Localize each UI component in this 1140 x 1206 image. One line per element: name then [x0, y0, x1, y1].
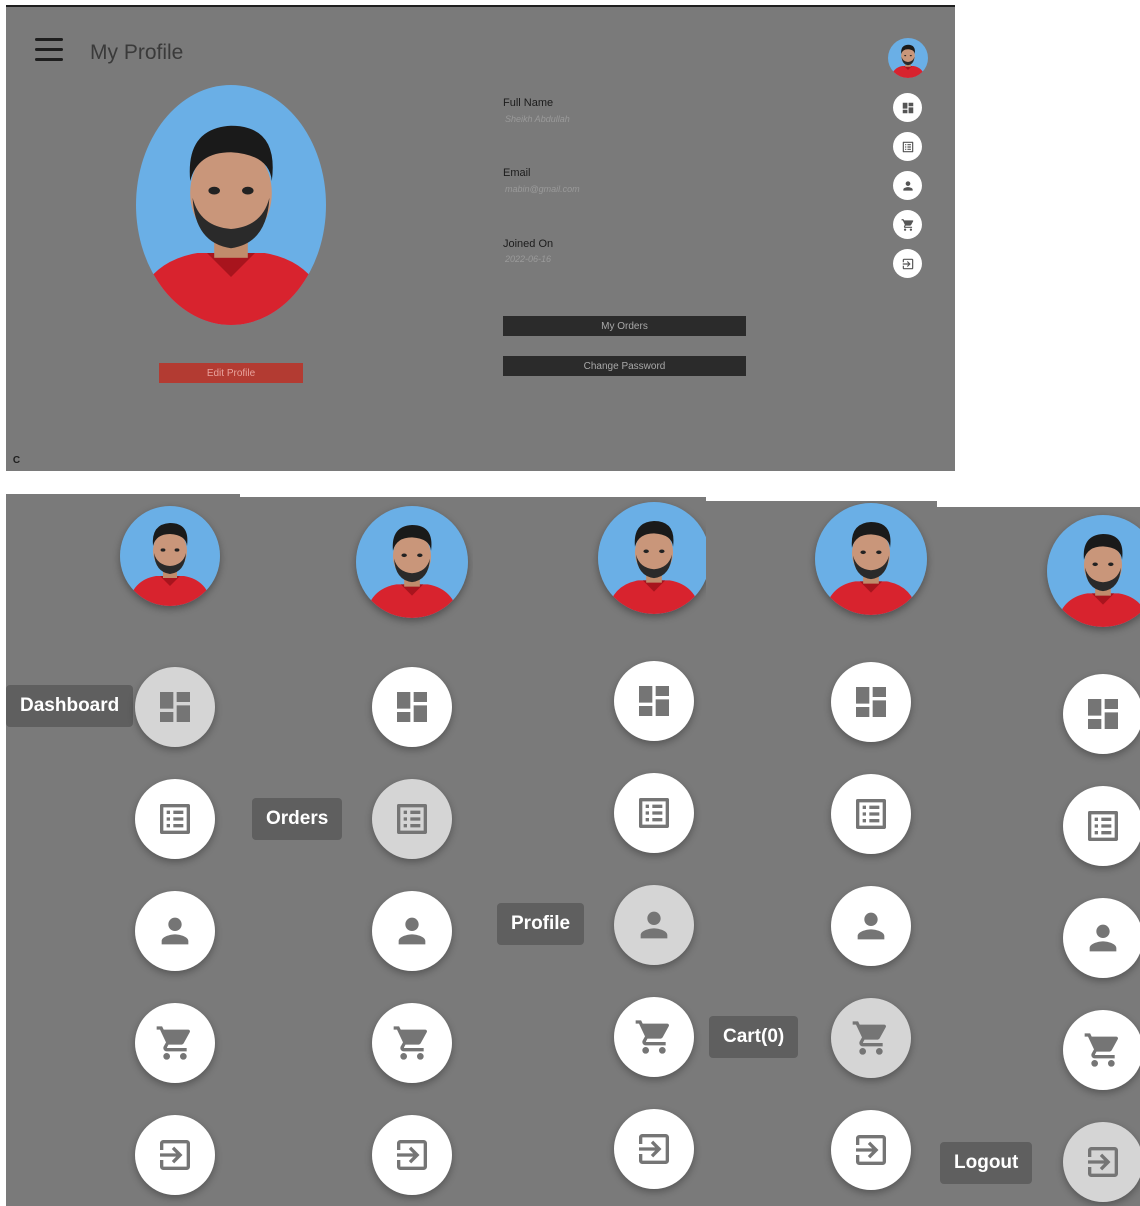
profile-page: My Profile Edit Profile Full Name Sheikh… — [6, 5, 955, 471]
cart-dial-button[interactable] — [614, 997, 694, 1077]
logout-tooltip: Logout — [940, 1142, 1033, 1184]
email-value: mabin@gmail.com — [505, 184, 580, 194]
avatar[interactable] — [356, 506, 468, 618]
cart-dial-button[interactable] — [372, 1003, 452, 1083]
cart-icon — [155, 1023, 195, 1063]
speed-dial-strip-cart: Cart(0) — [706, 501, 937, 1206]
cart-icon — [1083, 1030, 1123, 1070]
page-title: My Profile — [90, 41, 184, 64]
logout-icon — [155, 1135, 195, 1175]
profile-dial-button[interactable] — [135, 891, 215, 971]
profile-dial-button[interactable] — [893, 171, 922, 200]
dashboard-icon — [851, 682, 891, 722]
dashboard-icon — [1083, 694, 1123, 734]
avatar[interactable] — [598, 502, 706, 614]
avatar[interactable] — [1047, 515, 1140, 627]
profile-photo — [136, 85, 326, 325]
logout-dial-button[interactable] — [372, 1115, 452, 1195]
list-icon — [392, 799, 432, 839]
cart-icon — [901, 218, 915, 232]
cart-icon — [634, 1017, 674, 1057]
avatar[interactable] — [815, 503, 927, 615]
logout-dial-button[interactable] — [831, 1110, 911, 1190]
logout-icon — [851, 1130, 891, 1170]
dashboard-icon — [392, 687, 432, 727]
speed-dial-strip-dashboard: Dashboard — [6, 494, 240, 1206]
dashboard-tooltip: Dashboard — [6, 685, 134, 727]
cart-icon — [851, 1018, 891, 1058]
dashboard-dial-button[interactable] — [893, 93, 922, 122]
orders-dial-button[interactable] — [831, 774, 911, 854]
avatar[interactable] — [888, 38, 928, 78]
my-orders-button[interactable]: My Orders — [503, 316, 746, 336]
profile-dial-button[interactable] — [614, 885, 694, 965]
list-icon — [851, 794, 891, 834]
speed-dial-strip-orders: Orders — [240, 497, 473, 1206]
edit-profile-button[interactable]: Edit Profile — [159, 363, 303, 383]
logout-dial-button[interactable] — [1063, 1122, 1140, 1202]
profile-dial-button[interactable] — [372, 891, 452, 971]
dashboard-dial-button[interactable] — [135, 667, 215, 747]
logout-dial-button[interactable] — [614, 1109, 694, 1189]
person-icon — [392, 911, 432, 951]
orders-dial-button[interactable] — [614, 773, 694, 853]
cart-dial-button[interactable] — [1063, 1010, 1140, 1090]
dashboard-dial-button[interactable] — [1063, 674, 1140, 754]
dashboard-icon — [155, 687, 195, 727]
orders-dial-button[interactable] — [1063, 786, 1140, 866]
list-icon — [155, 799, 195, 839]
logout-icon — [901, 257, 915, 271]
person-icon — [851, 906, 891, 946]
speed-dial-strip-logout: Logout — [937, 507, 1140, 1206]
orders-dial-button[interactable] — [135, 779, 215, 859]
cart-dial-button[interactable] — [831, 998, 911, 1078]
logout-icon — [392, 1135, 432, 1175]
person-icon — [901, 179, 915, 193]
cart-dial-button[interactable] — [135, 1003, 215, 1083]
list-icon — [901, 140, 915, 154]
person-icon — [1083, 918, 1123, 958]
menu-icon[interactable] — [35, 38, 63, 62]
person-icon — [155, 911, 195, 951]
logout-icon — [634, 1129, 674, 1169]
dashboard-icon — [634, 681, 674, 721]
change-password-button[interactable]: Change Password — [503, 356, 746, 376]
profile-dial-button[interactable] — [831, 886, 911, 966]
joined-on-value: 2022-06-16 — [505, 254, 552, 264]
profile-tooltip: Profile — [497, 903, 585, 945]
list-icon — [634, 793, 674, 833]
person-icon — [634, 905, 674, 945]
logout-icon — [1083, 1142, 1123, 1182]
corner-badge: C — [12, 455, 21, 466]
dashboard-dial-button[interactable] — [831, 662, 911, 742]
dashboard-dial-button[interactable] — [614, 661, 694, 741]
cart-icon — [392, 1023, 432, 1063]
dashboard-icon — [901, 101, 915, 115]
cart-dial-button[interactable] — [893, 210, 922, 239]
avatar[interactable] — [120, 506, 220, 606]
orders-tooltip: Orders — [252, 798, 343, 840]
logout-dial-button[interactable] — [893, 249, 922, 278]
email-label: Email — [503, 167, 531, 179]
logout-dial-button[interactable] — [135, 1115, 215, 1195]
cart-tooltip: Cart(0) — [709, 1016, 799, 1058]
profile-dial-button[interactable] — [1063, 898, 1140, 978]
speed-dial-strip-profile: Profile — [473, 497, 706, 1206]
full-name-value: Sheikh Abdullah — [505, 114, 570, 124]
joined-on-label: Joined On — [503, 238, 554, 250]
orders-dial-button[interactable] — [372, 779, 452, 859]
list-icon — [1083, 806, 1123, 846]
full-name-label: Full Name — [503, 97, 554, 109]
dashboard-dial-button[interactable] — [372, 667, 452, 747]
orders-dial-button[interactable] — [893, 132, 922, 161]
